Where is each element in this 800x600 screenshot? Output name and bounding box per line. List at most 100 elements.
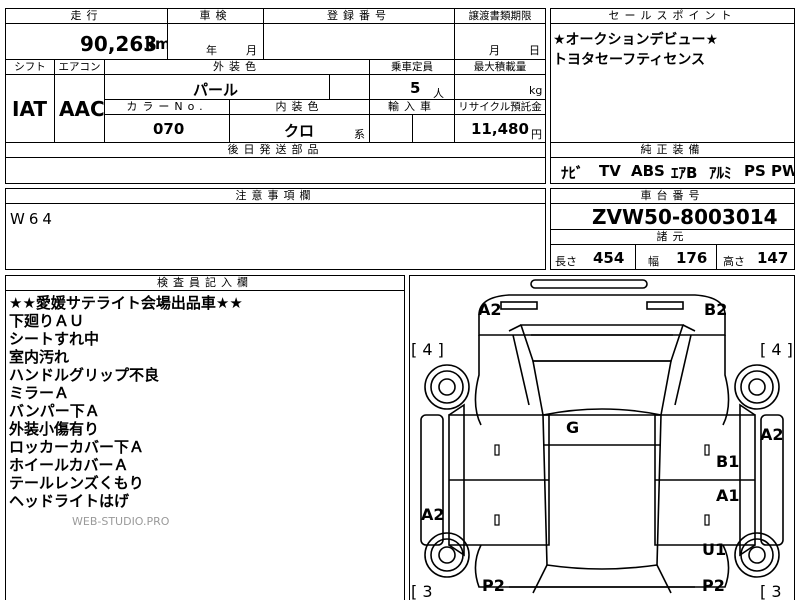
equipment-pw: PW <box>771 162 794 180</box>
color-no-value: 070 <box>153 120 185 138</box>
capacity-value: 5 <box>410 79 421 97</box>
equipment-ps: PS <box>744 162 766 180</box>
transfer-deadline-header: 譲渡書類期限 <box>454 8 546 24</box>
transfer-month-unit: 月 <box>489 44 500 57</box>
interior-color-value: クロ <box>284 122 315 140</box>
inspector-note: 下廻りＡＵ <box>9 312 85 330</box>
height-label: 高さ <box>723 255 745 268</box>
color-no-cell: 070 <box>104 114 230 143</box>
spec-header: 諸元 <box>550 229 795 245</box>
recycle-value: 11,480 <box>471 120 529 138</box>
height-value: 147 <box>757 249 789 267</box>
registration-header: 登録番号 <box>263 8 455 24</box>
damage-right-tire-rear: [ 3 <box>760 582 782 600</box>
standard-equipment-header: 純正装備 <box>550 142 795 158</box>
spec-width-cell: 幅 176 <box>635 244 717 270</box>
ac-value: AAC <box>59 97 105 121</box>
damage-front-left: A2 <box>478 300 502 319</box>
wheel-rear-right <box>734 532 780 578</box>
wheel-rear-left <box>424 532 470 578</box>
exterior-color-value: パール <box>193 81 239 99</box>
inspector-note: 外装小傷有り <box>9 420 100 438</box>
damage-left-tire-rear: [ 3 <box>411 582 433 600</box>
sales-points-list: ★オークションデビュー★ トヨタセーフティセンス <box>553 30 793 70</box>
spec-length-cell: 長さ 454 <box>550 244 636 270</box>
inspection-month-unit: 月 <box>246 44 257 57</box>
spec-height-cell: 高さ 147 <box>716 244 795 270</box>
ac-cell: AAC <box>54 74 105 143</box>
notes-header: 注意事項欄 <box>5 188 546 204</box>
interior-color-unit: 系 <box>354 128 365 141</box>
color-no-header: カラーNo. <box>104 99 230 115</box>
inspector-note: バンパー下Ａ <box>9 402 100 420</box>
inspection-header: 車検 <box>167 8 264 24</box>
inspector-note: テールレンズくもり <box>9 474 144 492</box>
exterior-color-cell: パール <box>104 74 330 100</box>
equipment-airbag: ｴｱB <box>671 164 698 182</box>
inspection-cell: 年 月 <box>167 23 264 60</box>
capacity-cell: 5 人 <box>369 74 455 100</box>
import-header: 輸入車 <box>369 99 455 115</box>
max-load-unit: kg <box>529 84 543 97</box>
damage-front-right: B2 <box>704 300 728 319</box>
length-value: 454 <box>593 249 625 267</box>
damage-right-rocker: U1 <box>702 540 727 559</box>
damage-right-tire-front: [ 4 ] <box>760 340 793 359</box>
width-value: 176 <box>676 249 708 267</box>
chassis-header: 車台番号 <box>550 188 795 204</box>
interior-color-header: 内装色 <box>229 99 370 115</box>
equipment-abs: ABS <box>631 162 665 180</box>
sales-points-header: セールスポイント <box>550 8 795 24</box>
sales-point-line: トヨタセーフティセンス <box>553 52 706 68</box>
max-load-cell: kg <box>454 74 546 100</box>
damage-roof: G <box>566 418 580 437</box>
inspector-note: ヘッドライトはげ <box>9 492 130 510</box>
damage-right-fender: A2 <box>760 425 784 444</box>
capacity-unit: 人 <box>433 87 444 100</box>
damage-left-rocker: A2 <box>421 505 445 524</box>
inspector-note: ハンドルグリップ不良 <box>9 366 160 384</box>
shift-value: IAT <box>12 97 48 121</box>
recycle-unit: 円 <box>531 128 542 141</box>
wheel-front-left <box>424 364 470 410</box>
equipment-navi: ﾅﾋﾞ <box>561 164 584 182</box>
inspector-note: ミラーＡ <box>9 384 70 402</box>
inspector-note: ★★愛媛サテライト会場出品車★★ <box>9 294 243 312</box>
import-cell-right <box>412 114 455 143</box>
watermark: WEB-STUDIO.PRO <box>72 515 170 528</box>
standard-equipment-cell: ﾅﾋﾞ TV ABS ｴｱB ｱﾙﾐ PS PW <box>550 157 795 184</box>
interior-color-cell: クロ 系 <box>229 114 370 143</box>
import-cell-left <box>369 114 413 143</box>
inspector-note: ホイールカバーＡ <box>9 456 129 474</box>
damage-right-rear: P2 <box>702 576 725 595</box>
inspector-notes-list: ★★愛媛サテライト会場出品車★★ 下廻りＡＵ シートすれ中 室内汚れ ハンドルグ… <box>9 294 399 510</box>
notes-text: W64 <box>10 210 56 228</box>
length-label: 長さ <box>555 255 577 268</box>
transfer-day-unit: 日 <box>529 44 540 57</box>
transfer-deadline-cell: 月 日 <box>454 23 546 60</box>
capacity-header: 乗車定員 <box>369 59 455 75</box>
shift-header: シフト <box>5 59 55 75</box>
equipment-tv: TV <box>599 162 621 180</box>
equipment-alloy: ｱﾙﾐ <box>709 164 732 182</box>
later-parts-cell <box>5 157 546 184</box>
exterior-color-header: 外装色 <box>104 59 370 75</box>
max-load-header: 最大積載量 <box>454 59 546 75</box>
exterior-color-extra-cell <box>329 74 370 100</box>
damage-left-tire-front: [ 4 ] <box>411 340 444 359</box>
later-parts-header: 後日発送部品 <box>5 142 546 158</box>
sales-point-line: ★オークションデビュー★ <box>553 32 719 48</box>
mileage-cell: 90,263 km <box>5 23 168 60</box>
registration-cell <box>263 23 455 60</box>
width-label: 幅 <box>648 255 659 268</box>
inspector-note: 室内汚れ <box>9 348 70 366</box>
shift-cell: IAT <box>5 74 55 143</box>
recycle-header: リサイクル預託金 <box>454 99 546 115</box>
inspection-year-unit: 年 <box>206 44 217 57</box>
damage-right-rear-door: A1 <box>716 486 740 505</box>
door-handles <box>494 444 710 526</box>
chassis-number: ZVW50-8003014 <box>592 205 778 229</box>
ac-header: エアコン <box>54 59 105 75</box>
damage-left-rear: P2 <box>482 576 505 595</box>
inspector-note: ロッカーカバー下Ａ <box>9 438 145 456</box>
